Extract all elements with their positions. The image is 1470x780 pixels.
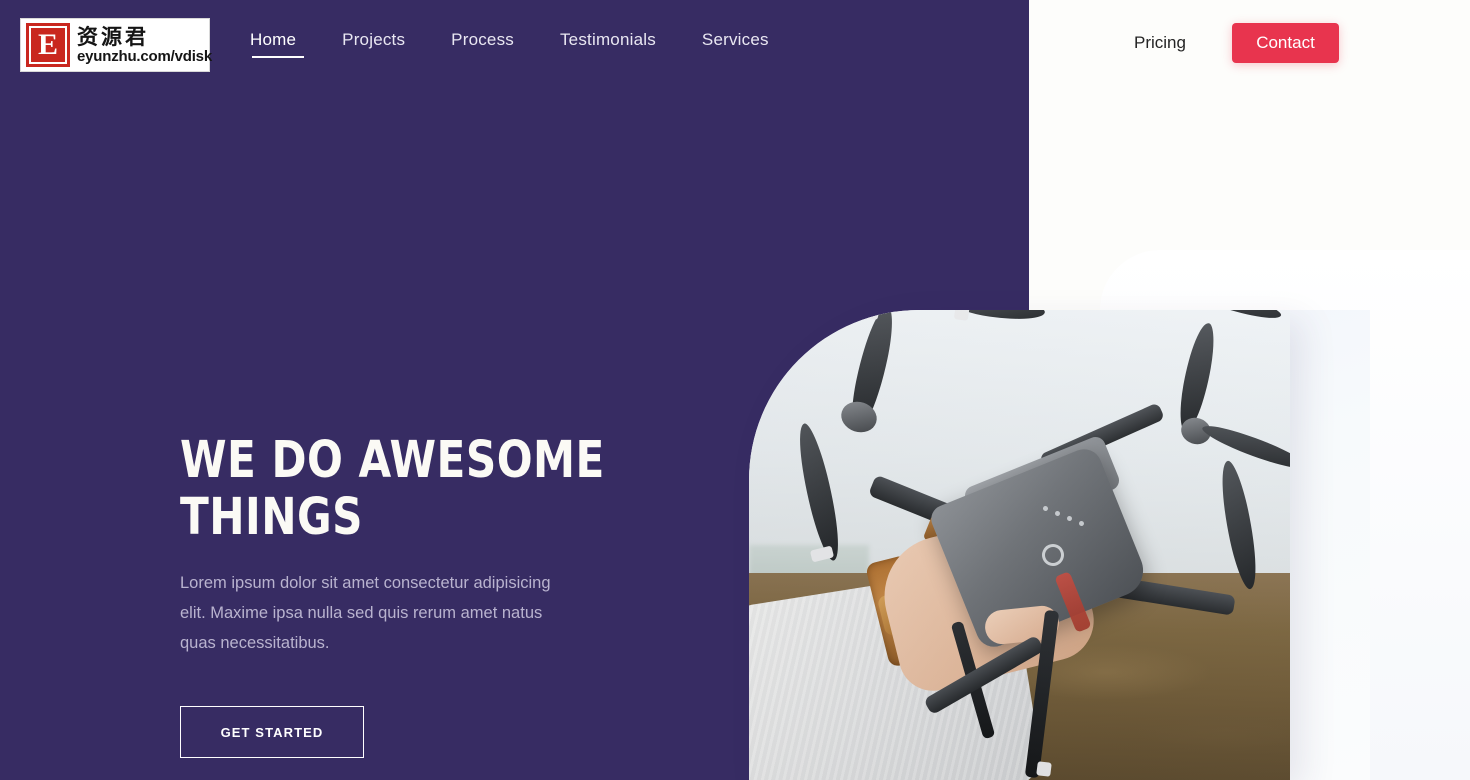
get-started-button[interactable]: GET STARTED [180,706,364,759]
nav-item-process[interactable]: Process [451,30,514,64]
hero-image [749,310,1290,780]
landing-page: E 资源君 eyunzhu.com/vdisk Home Projects Pr… [0,0,1470,780]
hero-title: WE DO AWESOME THINGS [180,432,658,546]
hero-title-line-1: WE DO AWESOME [180,431,605,490]
top-navigation-bar: E 资源君 eyunzhu.com/vdisk Home Projects Pr… [0,0,1470,88]
logo-url: eyunzhu.com/vdisk [77,47,212,65]
nav-item-services[interactable]: Services [702,30,769,64]
contact-button[interactable]: Contact [1232,23,1339,63]
hero-paragraph: Lorem ipsum dolor sit amet consectetur a… [180,574,551,653]
hero-copy: WE DO AWESOME THINGS Lorem ipsum dolor s… [180,432,700,759]
logo-chinese-name: 资源君 [77,24,149,49]
logo-letter: E [29,26,67,64]
nav-item-testimonials[interactable]: Testimonials [560,30,656,64]
hero-title-line-2: THINGS [180,488,363,548]
nav-item-home[interactable]: Home [250,30,305,64]
nav-item-pricing[interactable]: Pricing [1134,33,1186,53]
logo[interactable]: E 资源君 eyunzhu.com/vdisk [20,18,212,72]
drone-photo [749,310,1290,780]
drone-leg-tip [1036,761,1052,777]
nav-links: Home Projects Process Testimonials Servi… [250,30,769,64]
brand-logo-icon: E [26,23,70,67]
nav-item-projects[interactable]: Projects [342,30,405,64]
logo-text: 资源君 eyunzhu.com/vdisk [77,26,212,65]
